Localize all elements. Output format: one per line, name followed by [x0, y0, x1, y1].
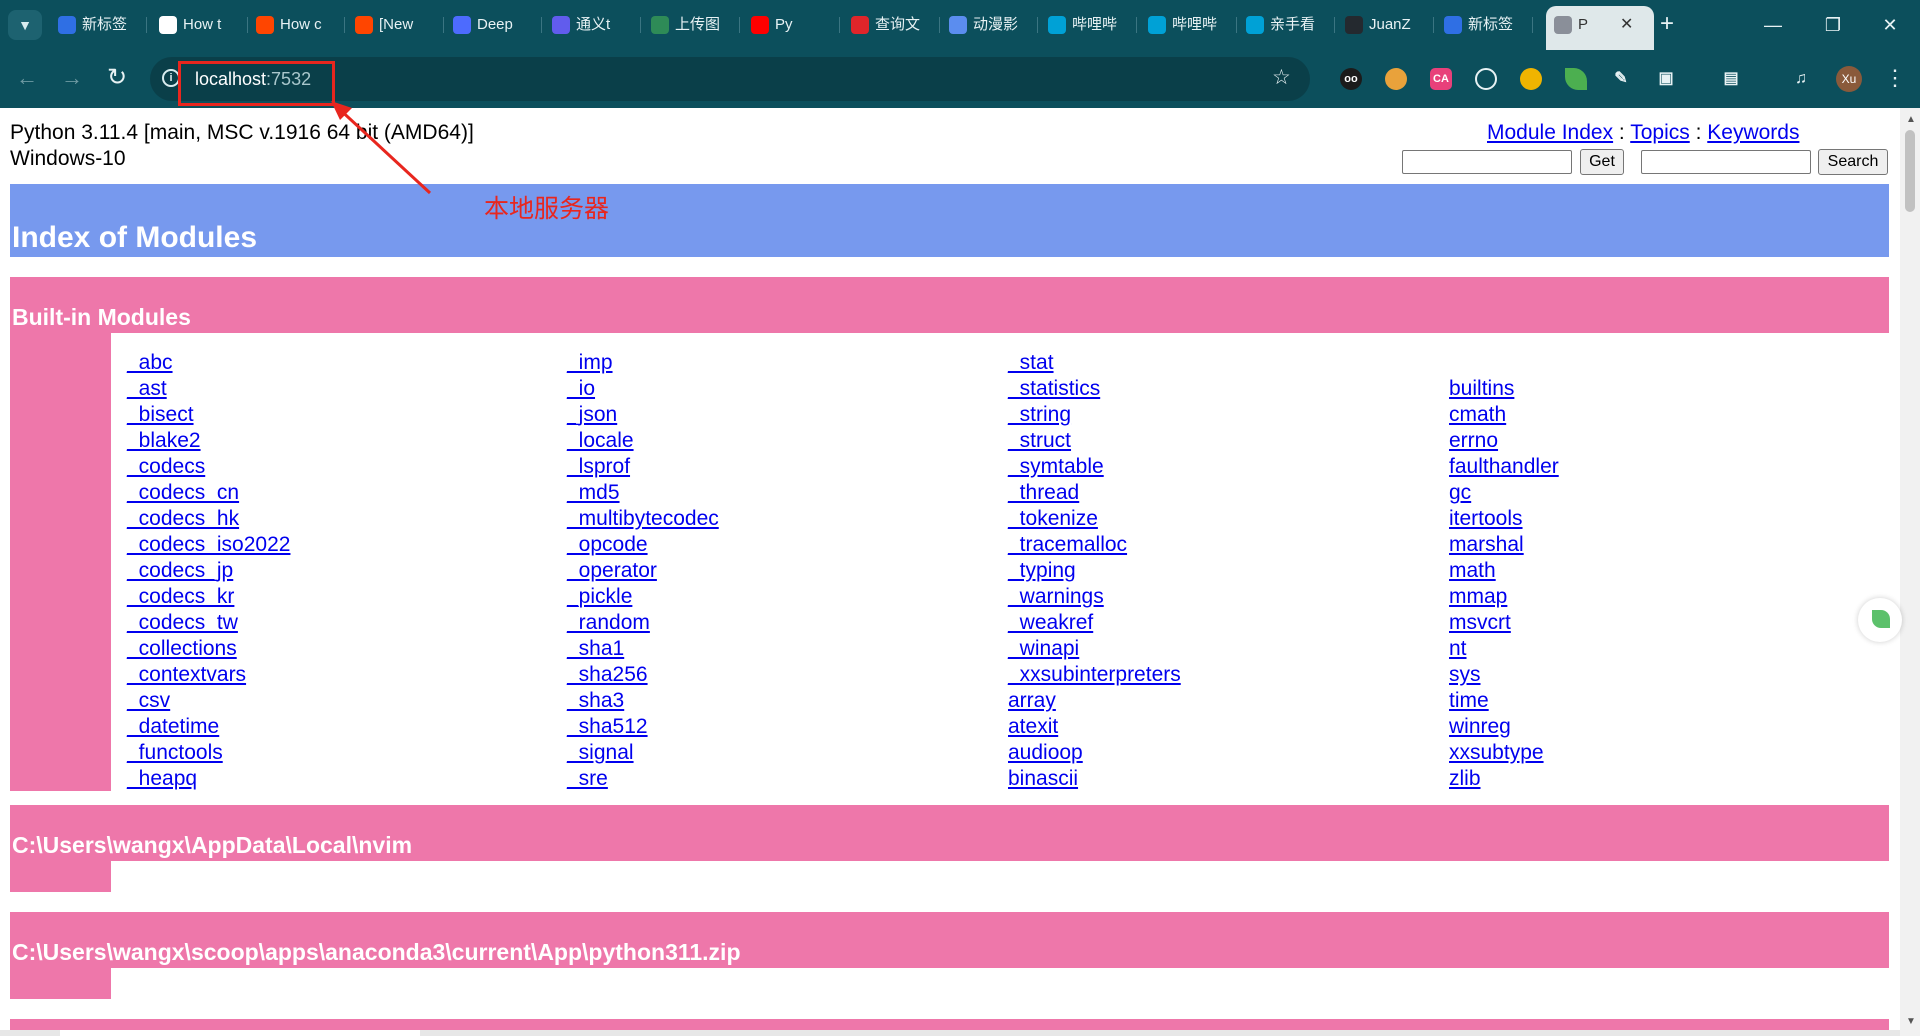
annotation-label: 本地服务器	[484, 194, 610, 223]
annotation-arrow	[331, 101, 432, 195]
